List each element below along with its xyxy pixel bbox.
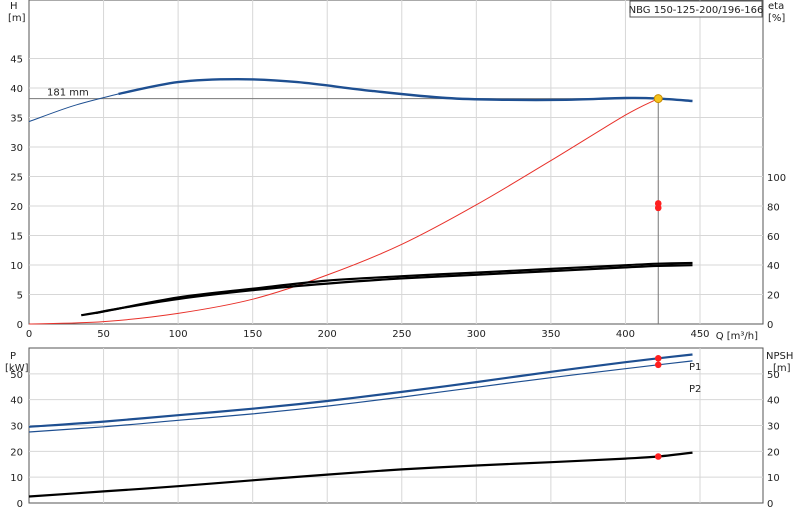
chart-title: NBG 150-125-200/196-166 (629, 5, 764, 16)
y-right-tick-label: 0 (767, 320, 773, 331)
y-right-unit: [%] (768, 13, 785, 24)
y-left-tick-label: 25 (10, 173, 23, 184)
top-plot-frame (28, 0, 764, 325)
p-tick-label: 20 (10, 447, 23, 458)
npsh-axis-label: NPSH (766, 351, 793, 362)
duty-point-marker (653, 94, 663, 104)
pump-performance-chart: 0 50 100 150 200 250 300 350 400 450 0 5 10 15 20 25 30 3… (0, 0, 800, 520)
p-tick-label: 30 (10, 422, 23, 433)
y-right-tick-label: 60 (767, 232, 780, 243)
x-tick-label: 50 (97, 329, 110, 340)
x-axis-label: Q [m³/h] (716, 331, 758, 342)
npsh-tick-label: 20 (767, 447, 780, 458)
x-tick-label: 300 (467, 329, 486, 340)
npsh-duty-marker (654, 453, 662, 460)
y-right-tick-label: 80 (767, 202, 780, 213)
npsh-tick-label: 30 (767, 422, 780, 433)
x-tick-label: 150 (243, 329, 262, 340)
p2-duty-marker (654, 361, 662, 369)
y-left-tick-label: 20 (10, 202, 23, 213)
y-right-tick-label: 100 (767, 173, 786, 184)
y-left-unit: [m] (8, 13, 26, 24)
p-axis-label: P (10, 351, 16, 362)
y-left-tick-label: 15 (10, 232, 23, 243)
y-left-tick-label: 5 (17, 291, 23, 302)
p-tick-label: 10 (10, 473, 23, 484)
y-right-tick-label: 40 (767, 261, 780, 272)
x-tick-label: 200 (318, 329, 337, 340)
x-tick-label: 0 (26, 329, 32, 340)
y-left-tick-label: 35 (10, 114, 23, 125)
p-tick-label: 40 (10, 396, 23, 407)
y-right-label: eta (768, 1, 784, 12)
x-tick-label: 350 (541, 329, 560, 340)
eta-lower-marker (654, 204, 662, 212)
x-tick-label: 400 (616, 329, 635, 340)
y-left-tick-label: 0 (17, 320, 23, 331)
y-right-tick-label: 20 (767, 291, 780, 302)
y-left-tick-label: 10 (10, 261, 23, 272)
npsh-tick-label: 0 (767, 499, 773, 510)
npsh-tick-label: 40 (767, 396, 780, 407)
p-axis-unit: [kW] (5, 363, 29, 374)
y-left-tick-label: 30 (10, 143, 23, 154)
y-left-tick-label: 40 (10, 84, 23, 95)
y-left-label: H (10, 1, 18, 12)
x-tick-label: 450 (690, 329, 709, 340)
chart-svg: 0 50 100 150 200 250 300 350 400 4500510152025303… (5, 0, 793, 510)
npsh-tick-label: 10 (767, 473, 780, 484)
npsh-axis-unit: [m] (773, 363, 791, 374)
p1-duty-marker (654, 355, 662, 362)
x-tick-label: 100 (169, 329, 188, 340)
impeller-diameter-label: 181 mm (47, 88, 89, 99)
p2-series-label: P2 (689, 384, 701, 395)
p1-series-label: P1 (689, 362, 701, 373)
x-tick-label: 250 (392, 329, 411, 340)
y-left-tick-label: 45 (10, 55, 23, 66)
p-tick-label: 0 (17, 499, 23, 510)
